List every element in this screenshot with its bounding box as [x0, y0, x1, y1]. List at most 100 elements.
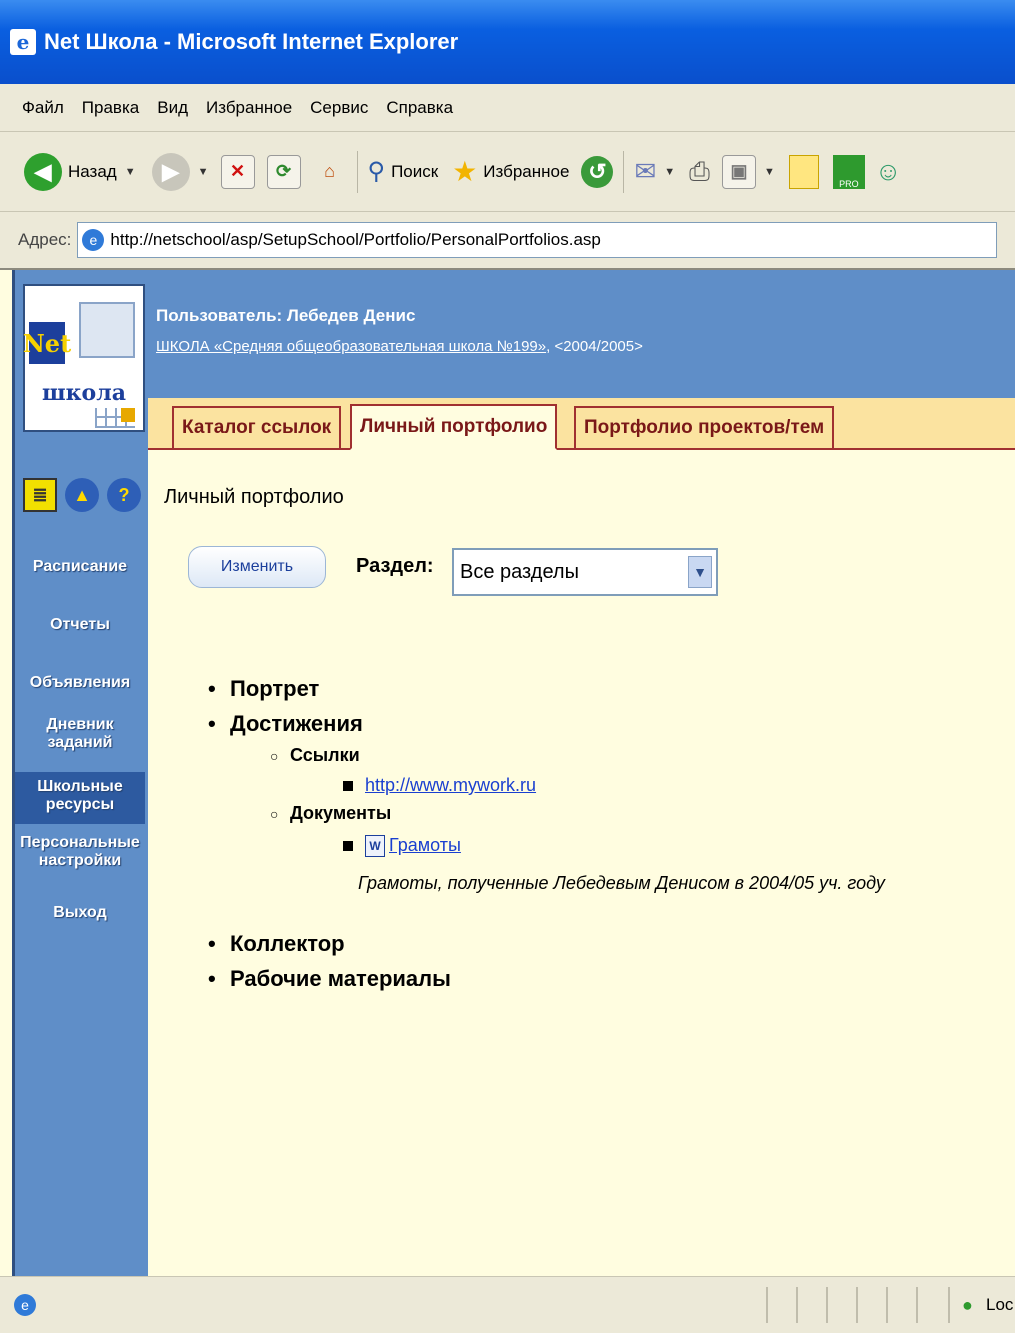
page-icon: e — [82, 229, 105, 251]
document-description: Грамоты, полученные Лебедевым Денисом в … — [358, 873, 885, 893]
list-item-label: Рабочие материалы — [230, 966, 451, 991]
search-icon[interactable]: ⚲ — [368, 157, 386, 186]
list-item-document: W Грамоты — [343, 835, 461, 858]
menu-tools[interactable]: Сервис — [310, 98, 368, 118]
sidebar-item-resources[interactable]: Школьные ресурсы — [15, 772, 145, 824]
toolbar-separator — [623, 150, 625, 193]
page-status-icon: e — [14, 1294, 36, 1316]
mail-icon[interactable]: ✉ — [634, 156, 656, 187]
sidebar-item-settings[interactable]: Персональные настройки — [15, 834, 145, 870]
status-separator — [948, 1287, 950, 1323]
favorites-button-label[interactable]: Избранное — [483, 162, 569, 182]
school-info: ШКОЛА «Средняя общеобразовательная школа… — [156, 338, 643, 355]
help-icon[interactable]: ? — [107, 478, 141, 512]
netschool-logo[interactable]: Net школа — [23, 284, 145, 432]
list-item-link: http://www.mywork.ru — [343, 775, 536, 796]
school-year: , <2004/2005> — [546, 338, 643, 355]
sidebar-item-announcements[interactable]: Объявления — [15, 674, 145, 692]
logo-school-text: школа — [42, 380, 126, 406]
page-title: Личный портфолио — [164, 486, 344, 508]
logo-square — [121, 408, 135, 422]
sublist-item-documents[interactable]: ○ Документы — [270, 803, 391, 824]
list-icon[interactable]: ≣ — [23, 478, 57, 512]
list-item-achievements[interactable]: • Достижения — [208, 711, 363, 737]
search-button-label[interactable]: Поиск — [391, 162, 438, 182]
square-bullet-icon — [343, 781, 353, 792]
back-button-label[interactable]: Назад — [68, 162, 117, 182]
icq-pro-icon[interactable]: PRO — [832, 154, 865, 189]
sidebar-item-reports[interactable]: Отчеты — [15, 616, 145, 634]
status-separator — [766, 1287, 768, 1323]
window-title-bar: e Net Школа - Microsoft Internet Explore… — [0, 0, 1015, 84]
tabs-strip: Каталог ссылок Личный портфолио Портфоли… — [148, 398, 1015, 450]
tab-personal-portfolio[interactable]: Личный портфолио — [350, 404, 558, 450]
address-label: Адрес: — [18, 230, 72, 249]
toolbar-separator — [356, 150, 358, 193]
menu-favorites[interactable]: Избранное — [206, 98, 292, 118]
menu-help[interactable]: Справка — [386, 98, 453, 118]
ie-app-icon: e — [10, 29, 36, 55]
messenger-icon[interactable]: ☺ — [875, 156, 902, 187]
list-item-label: Достижения — [230, 711, 363, 736]
address-input[interactable]: e http://netschool/asp/SetupSchool/Portf… — [77, 222, 998, 258]
address-bar: Адрес: e http://netschool/asp/SetupSchoo… — [0, 212, 1015, 270]
section-select[interactable]: Все разделы ▼ — [452, 548, 718, 596]
list-item-portrait[interactable]: • Портрет — [208, 676, 319, 702]
mywork-link[interactable]: http://www.mywork.ru — [365, 775, 536, 795]
status-separator — [916, 1287, 918, 1323]
tab-links-catalog[interactable]: Каталог ссылок — [172, 406, 342, 448]
sidebar-item-resources-label: Школьные ресурсы — [37, 778, 123, 813]
browser-toolbar: ◀ Назад ▼ ▶ ▼ ✕ ⟳ ⌂ ⚲ Поиск ★ Избранное … — [0, 132, 1015, 212]
back-dropdown-icon[interactable]: ▼ — [125, 166, 136, 178]
menu-view[interactable]: Вид — [157, 98, 188, 118]
school-link[interactable]: ШКОЛА «Средняя общеобразовательная школа… — [156, 338, 546, 355]
window-title: Net Школа - Microsoft Internet Explorer — [44, 29, 459, 54]
tab-project-portfolio[interactable]: Портфолио проектов/тем — [574, 406, 835, 448]
list-item-materials[interactable]: • Рабочие материалы — [208, 966, 451, 992]
back-icon[interactable]: ◀ — [24, 152, 62, 191]
web-page: Net школа ≣ ▲ ? Расписание Отчеты Объявл… — [0, 270, 1015, 1276]
gramoty-link[interactable]: Грамоты — [389, 835, 461, 855]
menu-file[interactable]: Файл — [22, 98, 64, 118]
section-label: Раздел: — [356, 555, 434, 577]
status-separator — [856, 1287, 858, 1323]
notes-icon[interactable] — [788, 154, 819, 189]
refresh-icon[interactable]: ⟳ — [266, 154, 301, 189]
sublist-item-links[interactable]: ○ Ссылки — [270, 745, 360, 766]
list-item-label: Коллектор — [230, 931, 345, 956]
home-icon[interactable]: ⌂ — [313, 155, 347, 189]
sidebar-item-schedule[interactable]: Расписание — [15, 558, 145, 576]
square-bullet-icon — [343, 841, 353, 852]
favorites-star-icon[interactable]: ★ — [452, 155, 477, 188]
content-header: Пользователь: Лебедев Денис ШКОЛА «Средн… — [148, 270, 1015, 398]
sidebar-item-diary[interactable]: Дневник заданий — [25, 716, 135, 752]
forward-icon[interactable]: ▶ — [151, 152, 190, 191]
user-name: Пользователь: Лебедев Денис — [156, 306, 416, 325]
status-separator — [826, 1287, 828, 1323]
sidebar-icons: ≣ ▲ ? — [23, 478, 141, 512]
section-select-value: Все разделы — [460, 560, 579, 583]
status-separator — [886, 1287, 888, 1323]
print-icon[interactable]: ⎙ — [689, 156, 710, 188]
mail-dropdown-icon[interactable]: ▼ — [664, 166, 675, 178]
sidebar-item-logout[interactable]: Выход — [15, 904, 145, 922]
menu-edit[interactable]: Правка — [82, 98, 139, 118]
sublist-item-label: Ссылки — [290, 745, 360, 765]
edit-page-icon[interactable]: ▣ — [721, 154, 756, 189]
list-item-collector[interactable]: • Коллектор — [208, 931, 345, 957]
word-document-icon[interactable]: W — [365, 835, 385, 858]
edit-button[interactable]: Изменить — [188, 546, 326, 588]
menu-bar: Файл Правка Вид Избранное Сервис Справка — [0, 84, 1015, 132]
edit-dropdown-icon[interactable]: ▼ — [764, 166, 775, 178]
history-icon[interactable]: ↺ — [581, 155, 614, 188]
sidebar: Net школа ≣ ▲ ? Расписание Отчеты Объявл… — [12, 270, 148, 1276]
stop-icon[interactable]: ✕ — [220, 154, 255, 189]
status-separator — [796, 1287, 798, 1323]
logo-net-text: Net — [23, 322, 71, 364]
address-url[interactable]: http://netschool/asp/SetupSchool/Portfol… — [110, 230, 600, 250]
computer-icon — [79, 302, 135, 358]
forward-dropdown-icon[interactable]: ▼ — [198, 166, 209, 178]
chevron-down-icon[interactable]: ▼ — [688, 556, 712, 588]
photo-icon[interactable]: ▲ — [65, 478, 99, 512]
zone-label: Loc — [986, 1295, 1014, 1314]
